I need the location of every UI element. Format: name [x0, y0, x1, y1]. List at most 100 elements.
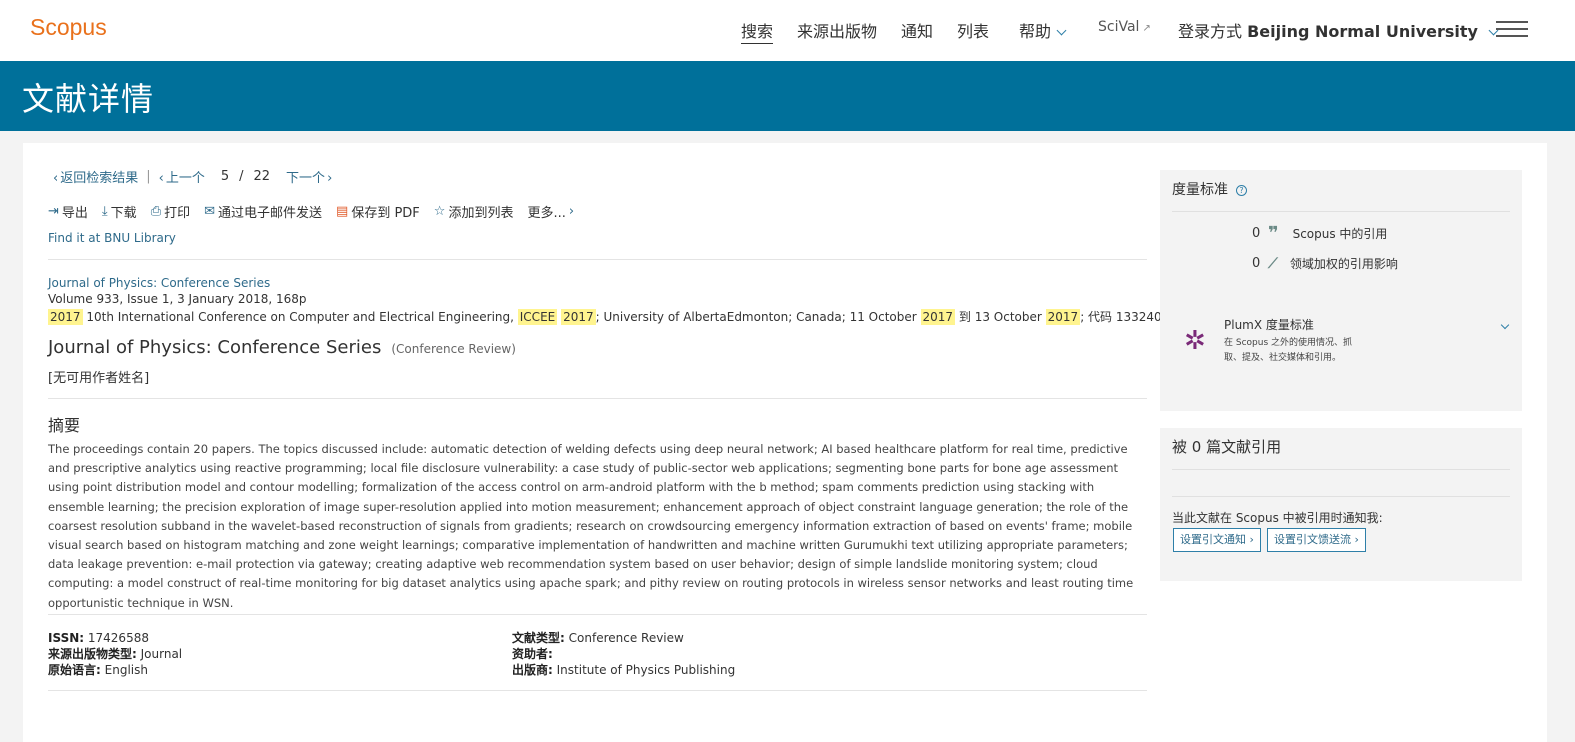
highlight-term: 2017 — [920, 309, 956, 325]
highlight-term: 2017 — [561, 309, 596, 325]
current-index: 5 — [220, 169, 230, 184]
document-type-label: (Conference Review) — [391, 342, 516, 356]
highlight-term: ICCEE — [517, 309, 558, 325]
set-citation-feed-button[interactable]: 设置引文馈送流 › — [1267, 528, 1366, 552]
nav-alerts[interactable]: 通知 — [901, 18, 933, 42]
cited-by-title: 被 0 篇文献引用 — [1172, 438, 1282, 456]
export-label: 导出 — [61, 206, 88, 221]
divider — [48, 259, 1147, 260]
export-button[interactable]: ⇥ 导出 — [48, 202, 88, 221]
issn-label: ISSN: — [48, 631, 85, 645]
set-citation-alert-button[interactable]: 设置引文通知 › — [1173, 528, 1261, 552]
volume-info: Volume 933, Issue 1, 3 January 2018, 168… — [48, 292, 307, 306]
nav-search[interactable]: 搜索 — [741, 18, 774, 44]
prev-link[interactable]: ‹ 上一个 — [159, 167, 205, 186]
divider: | — [146, 169, 151, 184]
total-count: 22 — [253, 169, 271, 184]
source-type-row: 来源出版物类型: Journal — [48, 646, 182, 662]
fwci-row: 0 ⟋ 领域加权的引用影响 — [1252, 255, 1398, 272]
abstract-heading: 摘要 — [48, 416, 81, 435]
chevron-down-icon — [1056, 25, 1067, 36]
star-icon: ☆ — [433, 204, 446, 219]
publisher-label: 出版商: — [512, 663, 553, 677]
document-title-text: Journal of Physics: Conference Series — [48, 337, 382, 358]
cited-by-panel: 被 0 篇文献引用 当此文献在 Scopus 中被引用时通知我: 设置引文通知 … — [1160, 428, 1522, 581]
email-label: 通过电子邮件发送 — [218, 206, 323, 221]
export-icon: ⇥ — [48, 204, 59, 219]
chevron-left-icon: ‹ — [158, 171, 164, 186]
action-toolbar: ⇥ 导出 ⤓ 下载 ⎙ 打印 ✉ 通过电子邮件发送 ▤ 保存到 PDF ☆ 添加到列表 更多… — [48, 202, 591, 221]
divider — [48, 614, 1147, 615]
conference-text: 10th International Conference on Compute… — [82, 310, 518, 324]
citation-alert-text: 当此文献在 Scopus 中被引用时通知我: — [1172, 511, 1383, 525]
language-value: English — [104, 663, 148, 677]
add-list-label: 添加到列表 — [448, 206, 514, 221]
citation-count-row: 0 ❞ Scopus 中的引用 — [1252, 223, 1387, 244]
metrics-panel: 度量标准? 0 ❞ Scopus 中的引用 0 ⟋ 领域加权的引用影响 ✲ Pl… — [1160, 170, 1522, 411]
citation-count-label: Scopus 中的引用 — [1292, 227, 1388, 241]
source-journal-link[interactable]: Journal of Physics: Conference Series — [48, 276, 270, 290]
plumx-description: 在 Scopus 之外的使用情况、抓取、提及、社交媒体和引用。 — [1224, 338, 1352, 363]
abstract-text: The proceedings contain 20 papers. The t… — [48, 442, 1134, 610]
highlight-term: 2017 — [1045, 309, 1081, 325]
download-label: 下载 — [110, 206, 137, 221]
library-link[interactable]: Find it at BNU Library — [48, 231, 176, 245]
language-row: 原始语言: English — [48, 662, 182, 678]
document-title: Journal of Physics: Conference Series (Co… — [48, 337, 516, 358]
print-button[interactable]: ⎙ 打印 — [151, 202, 190, 221]
fwci-icon: ⟋ — [1268, 255, 1278, 272]
scopus-logo[interactable]: Scopus — [30, 14, 107, 41]
metrics-title: 度量标准? — [1172, 179, 1247, 199]
conference-text: ; University of AlbertaEdmonton; Canada;… — [595, 310, 921, 324]
publisher-value: Institute of Physics Publishing — [556, 663, 736, 677]
plumx-title[interactable]: PlumX 度量标准 — [1224, 316, 1314, 333]
nav-sources[interactable]: 来源出版物 — [797, 18, 877, 42]
conference-info: 2017 10th International Conference on Co… — [48, 308, 1162, 325]
help-icon[interactable]: ? — [1236, 185, 1247, 196]
chevron-right-icon: › — [327, 171, 333, 186]
top-navigation: Scopus 搜索 来源出版物 通知 列表 帮助 SciVal ↗ 登录方式 Be… — [0, 0, 1575, 61]
nav-lists[interactable]: 列表 — [957, 18, 989, 42]
pdf-label: 保存到 PDF — [351, 206, 420, 221]
nav-help-label: 帮助 — [1019, 22, 1052, 41]
metrics-title-text: 度量标准 — [1172, 182, 1228, 198]
more-button[interactable]: 更多... › — [527, 202, 577, 221]
menu-icon[interactable] — [1496, 21, 1528, 37]
external-link-icon: ↗ — [1142, 23, 1151, 34]
email-button[interactable]: ✉ 通过电子邮件发送 — [204, 202, 322, 221]
conference-text: ; 代码 133240 — [1080, 310, 1162, 324]
pager-slash: / — [239, 169, 244, 184]
next-label: 下一个 — [286, 171, 326, 186]
next-link[interactable]: 下一个 › — [286, 167, 332, 186]
quote-icon: ❞ — [1268, 223, 1279, 244]
institution-name: Beijing Normal University — [1247, 22, 1478, 41]
source-type-value: Journal — [140, 647, 183, 661]
download-icon: ⤓ — [101, 204, 108, 219]
chevron-down-icon[interactable] — [1500, 320, 1510, 330]
doc-type-row: 文献类型: Conference Review — [512, 630, 735, 646]
doc-type-label: 文献类型: — [512, 631, 565, 645]
back-to-results-link[interactable]: ‹ 返回检索结果 — [53, 167, 138, 186]
chevron-right-icon: › — [568, 204, 575, 219]
save-pdf-button[interactable]: ▤ 保存到 PDF — [336, 202, 420, 221]
back-label: 返回检索结果 — [60, 171, 139, 186]
nav-scival[interactable]: SciVal ↗ — [1098, 19, 1151, 35]
conference-text: 到 13 October — [955, 310, 1046, 324]
divider — [48, 690, 1147, 691]
add-to-list-button[interactable]: ☆ 添加到列表 — [434, 202, 514, 221]
fwci-value: 0 — [1252, 256, 1261, 271]
title-band: 文献详情 — [0, 61, 1575, 131]
download-button[interactable]: ⤓ 下载 — [102, 202, 137, 221]
language-label: 原始语言: — [48, 663, 101, 677]
pdf-icon: ▤ — [336, 204, 349, 219]
author-list: [无可用作者姓名] — [48, 371, 150, 386]
print-icon: ⎙ — [150, 204, 162, 219]
nav-login[interactable]: 登录方式 Beijing Normal University — [1178, 18, 1499, 42]
sponsor-row: 资助者: — [512, 646, 735, 662]
divider — [1172, 469, 1510, 470]
divider — [48, 398, 1147, 399]
nav-help[interactable]: 帮助 — [1019, 18, 1067, 42]
email-icon: ✉ — [204, 204, 216, 219]
scival-label: SciVal — [1098, 19, 1140, 35]
issn-value: 17426588 — [87, 631, 149, 645]
